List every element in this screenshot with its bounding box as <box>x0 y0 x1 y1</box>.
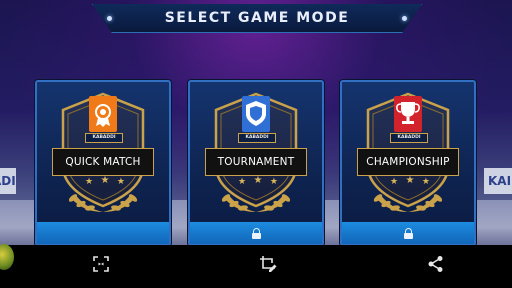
star-icon: ★ <box>116 177 125 187</box>
ad-board-right-text: KAI <box>488 174 512 188</box>
card-footer <box>37 222 169 244</box>
mode-card-quick-match[interactable]: KABADDI QUICK MATCH ★ ★ ★ <box>35 80 171 246</box>
mode-label-quick-match: QUICK MATCH <box>52 148 154 176</box>
star-icon: ★ <box>269 177 278 187</box>
share-icon[interactable] <box>426 254 446 274</box>
edit-crop-icon[interactable] <box>258 254 278 274</box>
mode-label-tournament: TOURNAMENT <box>205 148 307 176</box>
ad-board-right: KAI <box>484 168 512 194</box>
badge-label: KABADDI <box>390 133 428 143</box>
card-footer <box>342 222 474 244</box>
mode-card-championship[interactable]: KABADDI CHAMPIONSHIP ★ ★ ★ <box>340 80 476 246</box>
title-banner: SELECT GAME MODE <box>92 4 422 33</box>
ad-board-left: ADI <box>0 168 16 194</box>
title-dot-right <box>402 16 407 21</box>
card-footer <box>190 222 322 244</box>
badge-label: KABADDI <box>85 133 123 143</box>
title-dot-left <box>107 16 112 21</box>
lock-icon <box>403 227 413 239</box>
star-icon: ★ <box>390 177 399 187</box>
star-icon: ★ <box>85 177 94 187</box>
star-icon: ★ <box>238 177 247 187</box>
page-title: SELECT GAME MODE <box>164 10 350 26</box>
star-icon: ★ <box>100 175 110 186</box>
mode-card-tournament[interactable]: KABADDI TOURNAMENT ★ ★ ★ <box>188 80 324 246</box>
lock-icon <box>251 227 261 239</box>
star-icon: ★ <box>253 175 263 186</box>
star-rating: ★ ★ ★ <box>390 175 430 187</box>
mode-label-championship: CHAMPIONSHIP <box>357 148 459 176</box>
badge-label: KABADDI <box>238 133 276 143</box>
star-icon: ★ <box>421 177 430 187</box>
screenshot-icon[interactable] <box>91 254 111 274</box>
star-icon: ★ <box>405 175 415 186</box>
star-rating: ★ ★ ★ <box>85 175 125 187</box>
star-rating: ★ ★ ★ <box>238 175 278 187</box>
ad-board-left-text: ADI <box>0 174 16 188</box>
